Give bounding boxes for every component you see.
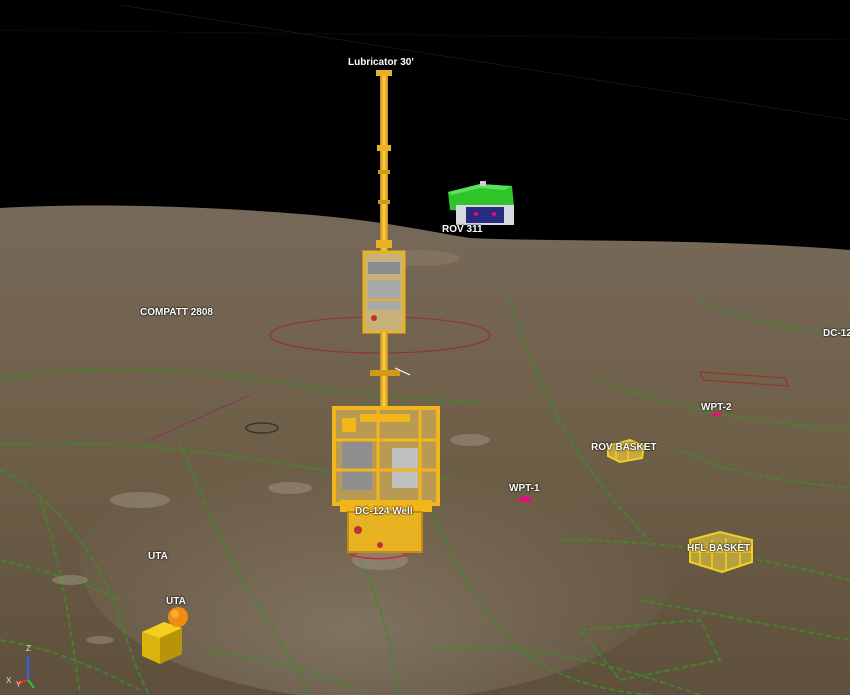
3d-viewport[interactable]: Lubricator 30' ROV 311 COMPATT 2808 DC-1…: [0, 0, 850, 695]
axis-z-label: Z: [26, 644, 31, 653]
label-rov-basket: ROV BASKET: [591, 442, 657, 453]
axis-x-label: X: [6, 676, 12, 685]
subsea-scene[interactable]: [0, 0, 850, 695]
label-uta-lower: UTA: [166, 596, 186, 607]
axis-triad: Z X Y: [4, 644, 44, 690]
uta-sphere: [168, 607, 188, 627]
label-hfl-basket: HFL BASKET: [687, 543, 751, 554]
axis-y-label: Y: [16, 680, 22, 689]
label-compatt: COMPATT 2808: [140, 307, 213, 318]
label-uta-upper: UTA: [148, 551, 168, 562]
label-well: DC-124 Well: [355, 506, 413, 517]
label-dc-partial: DC-12: [823, 328, 850, 339]
label-wpt1: WPT-1: [509, 483, 540, 494]
well-stack-frame[interactable]: [332, 406, 440, 560]
label-lubricator: Lubricator 30': [348, 57, 414, 68]
label-wpt2: WPT-2: [701, 402, 732, 413]
label-rov: ROV 311: [442, 224, 483, 235]
